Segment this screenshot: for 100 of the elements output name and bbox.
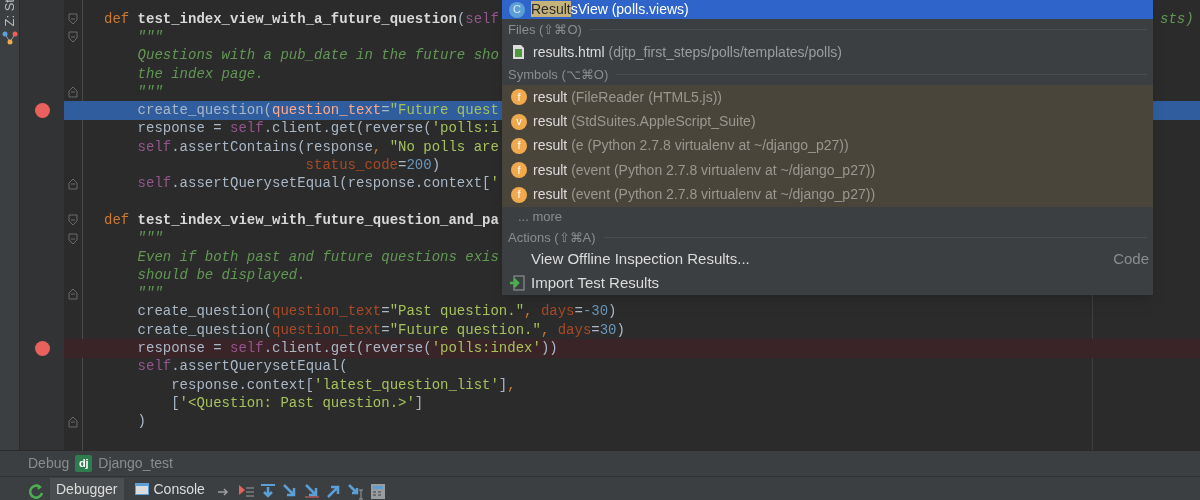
fold-end-icon[interactable]: [68, 415, 78, 428]
code-token: ): [431, 156, 441, 176]
code-token: self: [137, 137, 172, 157]
code-token: should be displayed.: [137, 265, 306, 285]
code-token: question_text: [272, 320, 382, 340]
code-token: sts): [1160, 10, 1194, 28]
section-header: Files (⇧⌘O): [508, 20, 582, 39]
code-token: self: [230, 339, 264, 358]
fold-end-icon[interactable]: [68, 287, 78, 300]
symbol-icon: v: [511, 113, 527, 130]
class-icon: C: [509, 1, 525, 18]
fold-start-icon[interactable]: [68, 31, 78, 44]
code-token: """: [137, 284, 163, 304]
code-token: .assertContains(response: [171, 137, 373, 157]
code-token: =: [574, 302, 583, 322]
django-badge: dj: [75, 455, 93, 472]
code-token: "Future quest: [389, 101, 499, 121]
code-token: days: [540, 302, 575, 322]
fold-end-icon[interactable]: [68, 86, 78, 99]
code-token: .client.get(reverse(: [263, 339, 432, 358]
code-token: ): [608, 302, 617, 322]
code-token: )): [540, 339, 558, 358]
code-token: ): [616, 320, 625, 340]
symbol-result[interactable]: f result (FileReader (HTML5.js)): [502, 85, 1153, 110]
code-token: "Past question.": [389, 302, 525, 322]
code-token: create_question(: [137, 320, 272, 340]
code-token: '<Question: Past question.>': [179, 393, 415, 413]
fold-end-icon[interactable]: [68, 177, 78, 190]
code-token: def: [104, 9, 131, 29]
code-token: =: [591, 320, 600, 340]
code-token: def: [104, 210, 131, 230]
fold-start-icon[interactable]: [68, 13, 78, 26]
panel-title: Debug: [28, 454, 70, 473]
code-token: 'polls:i: [431, 119, 499, 139]
rerun-icon[interactable]: [28, 482, 46, 500]
structure-tab[interactable]: Z: St: [0, 0, 20, 27]
code-token: ]: [498, 375, 508, 395]
code-token: ,: [372, 137, 383, 157]
action-category: Code: [1113, 249, 1149, 270]
code-token: question_text: [272, 101, 382, 121]
html-file-icon: [512, 44, 525, 60]
file-result[interactable]: results.html (djtp_first_steps/polls/templates/polls): [502, 40, 1153, 64]
code-token: =: [381, 302, 390, 322]
code-token: response =: [137, 339, 223, 358]
code-token: .client.get(reverse(: [263, 119, 432, 139]
code-token: .assertQuerysetEqual(: [171, 357, 348, 377]
fold-start-icon[interactable]: [68, 232, 78, 245]
code-token: Questions with a pub_date in the future sho: [137, 46, 499, 66]
code-token: "No polls are: [389, 137, 499, 157]
code-token: "Future question.": [389, 320, 541, 340]
code-token: response.context[: [171, 375, 314, 395]
code-token: ,: [540, 320, 551, 340]
code-token: self: [465, 9, 499, 29]
action-item[interactable]: View Offline Inspection Results... Code: [502, 247, 1153, 272]
symbol-result[interactable]: f result (event (Python 2.7.8 virtualenv at ~/django_p27)): [502, 158, 1153, 183]
section-header: Symbols (⌥⌘O): [508, 65, 609, 84]
code-token: Even if both past and future questions exis: [137, 247, 499, 267]
code-token: """: [137, 82, 163, 102]
run-to-cursor-icon[interactable]: [346, 482, 365, 500]
code-token: test_index_view_with_future_question_and_pa: [137, 210, 499, 230]
code-token: test_index_view_with_a_future_question: [137, 9, 457, 29]
code-token: create_question(: [137, 101, 272, 121]
code-token: question_text: [272, 302, 382, 322]
code-token: =: [398, 156, 407, 176]
code-token: the index page.: [137, 64, 264, 84]
code-token: ): [137, 412, 146, 432]
console-icon: [133, 481, 150, 497]
symbol-icon: f: [511, 89, 527, 106]
code-token: status_code: [305, 156, 398, 176]
step-over-icon[interactable]: [258, 482, 277, 500]
show-execution-point-icon[interactable]: [236, 482, 255, 500]
code-token: response =: [137, 119, 223, 139]
calculator-icon[interactable]: [368, 482, 387, 500]
code-token: ,: [507, 375, 516, 395]
code-token: self: [137, 357, 172, 377]
structure-icon[interactable]: [1, 30, 18, 46]
code-token: """: [137, 229, 163, 249]
code-token: =: [381, 101, 390, 121]
code-token: create_question(: [137, 302, 272, 322]
code-token: -30: [582, 302, 609, 322]
code-token: self: [230, 119, 264, 139]
symbol-result[interactable]: f result (e (Python 2.7.8 virtualenv at ~/django_p27)): [502, 133, 1153, 159]
action-item[interactable]: Import Test Results: [502, 271, 1153, 295]
code-token: (: [456, 9, 466, 29]
code-token: 'polls:index': [431, 339, 541, 358]
run-config-name: Django_test: [98, 454, 173, 473]
code-token: """: [137, 27, 163, 47]
symbol-result[interactable]: f result (event (Python 2.7.8 virtualenv at ~/django_p27)): [502, 182, 1153, 207]
import-icon: [509, 275, 525, 292]
symbol-result[interactable]: v result (StdSuites.AppleScript_Suite): [502, 109, 1153, 134]
force-step-into-icon[interactable]: [302, 482, 321, 500]
panel-tab[interactable]: Debugger: [50, 478, 124, 500]
code-token: ]: [414, 393, 424, 413]
symbol-icon: f: [511, 137, 527, 154]
panel-tab[interactable]: Console: [127, 478, 211, 500]
code-token: .assertQuerysetEqual(response.context[: [171, 174, 491, 194]
fold-start-icon[interactable]: [68, 214, 78, 227]
code-token: [: [171, 393, 180, 413]
code-token: ': [490, 174, 499, 194]
symbol-icon: f: [511, 162, 527, 179]
